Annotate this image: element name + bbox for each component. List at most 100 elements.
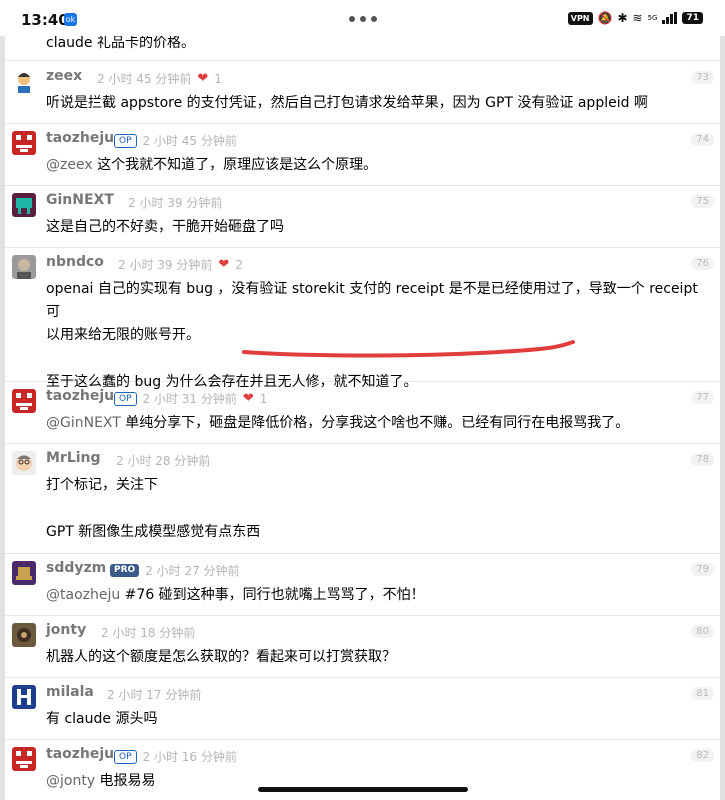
reply-text: 这个我就不知道了，原理应该是这么个原理。: [92, 157, 378, 173]
heart-icon[interactable]: ❤: [197, 72, 208, 85]
reply-time: 2 小时 16 分钟前: [142, 750, 237, 764]
reply-text: 单纯分享下，砸盘是降低价格，分享我这个啥也不赚。已经有同行在电报骂我了。: [120, 415, 630, 431]
reply-item: zeex 2 小时 45 分钟前 ❤ 1 73 听说是拦截 appstore 的支付凭证，…: [5, 62, 720, 124]
reply-text: GPT 新图像生成模型感觉有点东西: [46, 524, 261, 540]
avatar[interactable]: [12, 255, 36, 279]
bluetooth-icon: ✱: [617, 11, 628, 25]
reply-content: @zeex 这个我就不知道了，原理应该是这么个原理。: [46, 154, 700, 177]
reply-line: 机器人的这个额度是怎么获取的？看起来可以打赏获取？: [46, 646, 700, 669]
reply-meta: 2 小时 18 分钟前: [101, 624, 195, 641]
reply-text: 电报易易: [95, 773, 156, 789]
mention-link[interactable]: @GinNEXT: [46, 415, 121, 431]
floor-number[interactable]: 77: [691, 391, 714, 404]
reply-item: sddyzm PRO 2 小时 27 分钟前 79 @taozheju #76 碰到这种…: [5, 554, 720, 616]
like-count: 1: [214, 71, 222, 86]
reply-item: GinNEXT 2 小时 39 分钟前 75 这是自己的不好卖，干脆开始砸盘了吗: [5, 186, 720, 248]
floor-number[interactable]: 73: [691, 71, 714, 84]
more-dots-icon[interactable]: [349, 16, 377, 22]
reply-content: @GinNEXT 单纯分享下，砸盘是降低价格，分享我这个啥也不赚。已经有同行在电…: [46, 412, 700, 435]
status-icons: VPN 🔕 ✱ ≋ 5G 71: [567, 11, 703, 25]
app-notification-icon: ok: [64, 13, 77, 26]
reply-time: 2 小时 18 分钟前: [101, 626, 196, 640]
username-link[interactable]: nbndco: [46, 254, 104, 270]
floor-number[interactable]: 82: [691, 749, 714, 762]
reply-time: 2 小时 28 分钟前: [116, 454, 211, 468]
reply-item: milala 2 小时 17 分钟前 81 有 claude 源头吗: [5, 678, 720, 740]
op-badge: OP: [114, 133, 137, 148]
reply-text: openai 自己的实现有 bug ，没有验证 storekit 支付的 rec…: [46, 281, 698, 320]
reply-time: 2 小时 27 分钟前: [145, 564, 240, 578]
reply-meta: 2 小时 45 分钟前 ❤ 1: [97, 70, 222, 87]
reply-meta: OP 2 小时 31 分钟前 ❤ 1: [114, 390, 267, 407]
floor-number[interactable]: 74: [691, 133, 714, 146]
reply-time: 2 小时 39 分钟前: [118, 258, 213, 272]
username-link[interactable]: milala: [46, 684, 94, 700]
reply-meta: 2 小时 17 分钟前: [107, 686, 201, 703]
reply-content: 有 claude 源头吗: [46, 708, 700, 731]
battery-icon: 71: [682, 12, 703, 24]
username-link[interactable]: MrLing: [46, 450, 101, 466]
op-badge: OP: [114, 391, 137, 406]
floor-number[interactable]: 76: [691, 257, 714, 270]
reply-meta: 2 小时 39 分钟前 ❤ 2: [118, 256, 243, 273]
reply-item: jonty 2 小时 18 分钟前 80 机器人的这个额度是怎么获取的？看起来可以打赏…: [5, 616, 720, 678]
mute-icon: 🔕: [597, 11, 613, 25]
reply-list[interactable]: claude 礼品卡的价格。 zeex 2 小时 45 分钟前 ❤ 1 73 听说是拦截 …: [0, 36, 725, 800]
reply-time: 2 小时 45 分钟前: [97, 72, 192, 86]
reply-item: nbndco 2 小时 39 分钟前 ❤ 2 76 openai 自己的实现有 bug ，…: [5, 248, 720, 390]
reply-item: taozheju OP 2 小时 31 分钟前 ❤ 1 77 @GinNEXT 单纯分享下，…: [5, 382, 720, 444]
avatar[interactable]: [12, 193, 36, 217]
reply-meta: PRO 2 小时 27 分钟前: [110, 562, 240, 579]
reply-text: 机器人的这个额度是怎么获取的？看起来可以打赏获取？: [46, 649, 396, 665]
reply-item: MrLing 2 小时 28 分钟前 78 打个标记，关注下 GPT 新图像生成模型感觉…: [5, 444, 720, 554]
vpn-icon: VPN: [567, 11, 593, 25]
post-text: claude 礼品卡的价格。: [46, 36, 195, 51]
signal-icon: [662, 12, 678, 24]
username-link[interactable]: taozheju: [46, 130, 114, 146]
mention-link[interactable]: @taozheju: [46, 587, 120, 603]
avatar[interactable]: [12, 69, 36, 93]
network-type: 5G: [647, 14, 658, 22]
floor-number[interactable]: 80: [691, 625, 714, 638]
reply-meta: OP 2 小时 16 分钟前: [114, 748, 237, 765]
floor-number[interactable]: 79: [691, 563, 714, 576]
avatar[interactable]: [12, 747, 36, 771]
floor-number[interactable]: 81: [691, 687, 714, 700]
username-link[interactable]: jonty: [46, 622, 86, 638]
status-time: 13:40: [21, 11, 69, 29]
heart-icon[interactable]: ❤: [243, 392, 254, 405]
avatar[interactable]: [12, 389, 36, 413]
avatar[interactable]: [12, 131, 36, 155]
heart-icon[interactable]: ❤: [218, 258, 229, 271]
avatar[interactable]: [12, 561, 36, 585]
reply-text: 以用来给无限的账号开。: [46, 327, 200, 343]
reply-content: @taozheju #76 碰到这种事，同行也就嘴上骂骂了，不怕！: [46, 584, 700, 607]
username-link[interactable]: GinNEXT: [46, 192, 114, 208]
username-link[interactable]: taozheju: [46, 746, 114, 762]
op-badge: OP: [114, 749, 137, 764]
like-count: 1: [259, 391, 268, 406]
reply-content: 这是自己的不好卖，干脆开始砸盘了吗: [46, 216, 700, 239]
reply-line: 有 claude 源头吗: [46, 708, 700, 731]
avatar[interactable]: [12, 623, 36, 647]
reply-meta: 2 小时 28 分钟前: [116, 452, 210, 469]
reply-text: 这是自己的不好卖，干脆开始砸盘了吗: [46, 219, 284, 235]
username-link[interactable]: zeex: [46, 68, 82, 84]
wifi-icon: ≋: [632, 11, 643, 25]
reply-line: openai 自己的实现有 bug ，没有验证 storekit 支付的 rec…: [46, 278, 700, 324]
username-link[interactable]: sddyzm: [46, 560, 106, 576]
reply-time: 2 小时 17 分钟前: [107, 688, 202, 702]
reply-text: 打个标记，关注下: [46, 477, 158, 493]
username-link[interactable]: taozheju: [46, 388, 114, 404]
mention-link[interactable]: @jonty: [46, 773, 95, 789]
avatar[interactable]: [12, 685, 36, 709]
reply-time: 2 小时 45 分钟前: [142, 134, 237, 148]
like-count: 2: [235, 257, 243, 272]
floor-number[interactable]: 75: [691, 195, 714, 208]
mention-link[interactable]: @zeex: [46, 157, 93, 173]
reply-time: 2 小时 31 分钟前: [142, 392, 237, 406]
avatar[interactable]: [12, 451, 36, 475]
floor-number[interactable]: 78: [691, 453, 714, 466]
home-indicator[interactable]: [258, 787, 468, 792]
